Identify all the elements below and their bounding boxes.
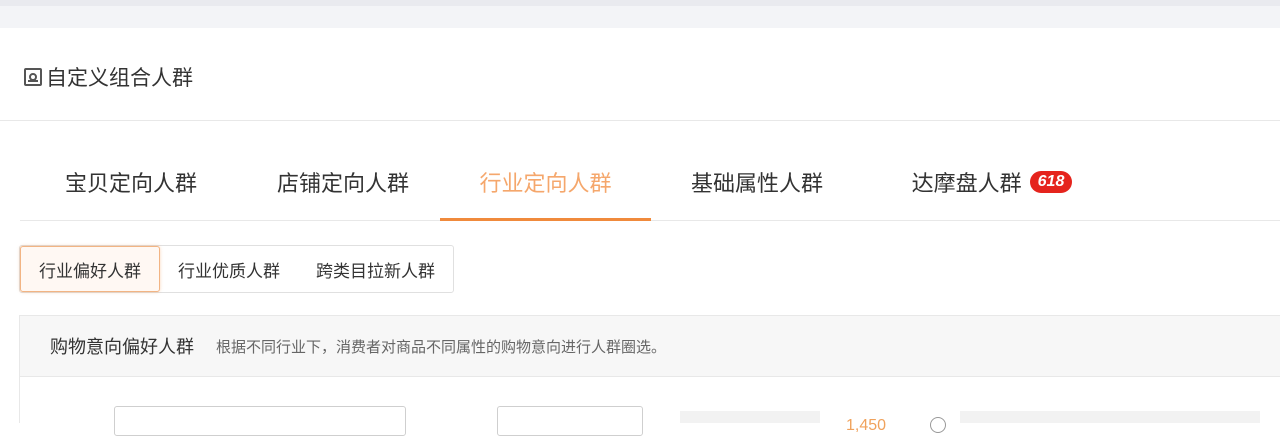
subtab-industry-quality[interactable]: 行业优质人群 [160, 246, 298, 292]
top-bar [0, 0, 1280, 28]
subtab-cross-category[interactable]: 跨类目拉新人群 [298, 246, 453, 292]
industry-select[interactable] [114, 406, 406, 436]
tab-label: 店铺定向人群 [276, 171, 409, 196]
subtab-label: 跨类目拉新人群 [316, 261, 435, 281]
subtab-industry-preference[interactable]: 行业偏好人群 [20, 246, 160, 292]
page-title-group: 自定义组合人群 [24, 62, 193, 92]
crowd-count: 1,450 [846, 417, 887, 434]
shopping-intent-section: 购物意向偏好人群 根据不同行业下，消费者对商品不同属性的购物意向进行人群圈选。 … [19, 315, 1280, 436]
tab-label: 宝贝定向人群 [64, 171, 197, 196]
tab-label: 行业定向人群 [479, 171, 612, 196]
tab-shop-crowd[interactable]: 店铺定向人群 [248, 144, 438, 220]
section-header: 购物意向偏好人群 根据不同行业下，消费者对商品不同属性的购物意向进行人群圈选。 [20, 316, 1280, 377]
attribute-select[interactable] [497, 406, 643, 436]
section-title: 购物意向偏好人群 [50, 337, 194, 357]
tab-damopan-crowd[interactable]: 达摩盘人群 618 [882, 144, 1102, 220]
tab-item-crowd[interactable]: 宝贝定向人群 [36, 144, 226, 220]
option-radio[interactable] [930, 417, 946, 433]
page-title: 自定义组合人群 [46, 67, 193, 90]
tab-label: 基础属性人群 [690, 171, 823, 196]
promo-badge-618: 618 [1029, 171, 1073, 193]
page-header: 自定义组合人群 [0, 28, 1280, 121]
crowd-tabs: 宝贝定向人群 店铺定向人群 行业定向人群 基础属性人群 达摩盘人群 618 [20, 144, 1280, 221]
placeholder-bar [680, 411, 820, 423]
industry-subtabs: 行业偏好人群 行业优质人群 跨类目拉新人群 [19, 245, 454, 293]
placeholder-bar [960, 411, 1260, 423]
section-description: 根据不同行业下，消费者对商品不同属性的购物意向进行人群圈选。 [216, 338, 667, 356]
subtab-label: 行业偏好人群 [39, 261, 141, 281]
subtab-label: 行业优质人群 [178, 261, 280, 281]
tab-industry-crowd[interactable]: 行业定向人群 [440, 144, 651, 221]
tab-label: 达摩盘人群 [911, 171, 1022, 196]
crowd-icon [24, 68, 42, 86]
tab-basic-attribute-crowd[interactable]: 基础属性人群 [662, 144, 852, 220]
